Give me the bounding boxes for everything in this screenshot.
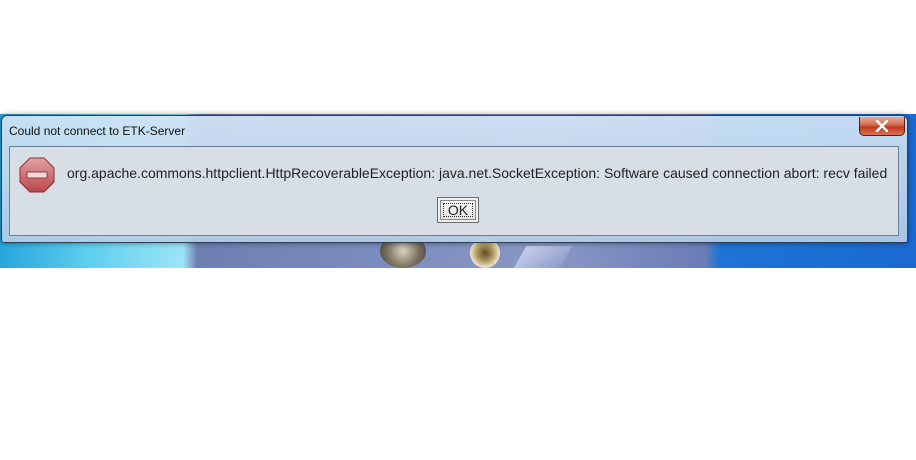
ok-button[interactable]: OK: [437, 197, 479, 223]
dialog-content: org.apache.commons.httpclient.HttpRecove…: [9, 146, 899, 236]
stop-sign-icon: [19, 157, 55, 193]
error-message: org.apache.commons.httpclient.HttpRecove…: [67, 165, 888, 181]
desktop-icon-graphic: [513, 246, 573, 268]
dialog-title: Could not connect to ETK-Server: [9, 124, 186, 138]
error-dialog: Could not connect to ETK-Server org.apac…: [1, 115, 908, 243]
close-icon: [875, 120, 889, 132]
ok-button-label: OK: [440, 200, 476, 220]
close-button[interactable]: [859, 117, 905, 136]
dialog-titlebar[interactable]: Could not connect to ETK-Server: [2, 116, 907, 146]
